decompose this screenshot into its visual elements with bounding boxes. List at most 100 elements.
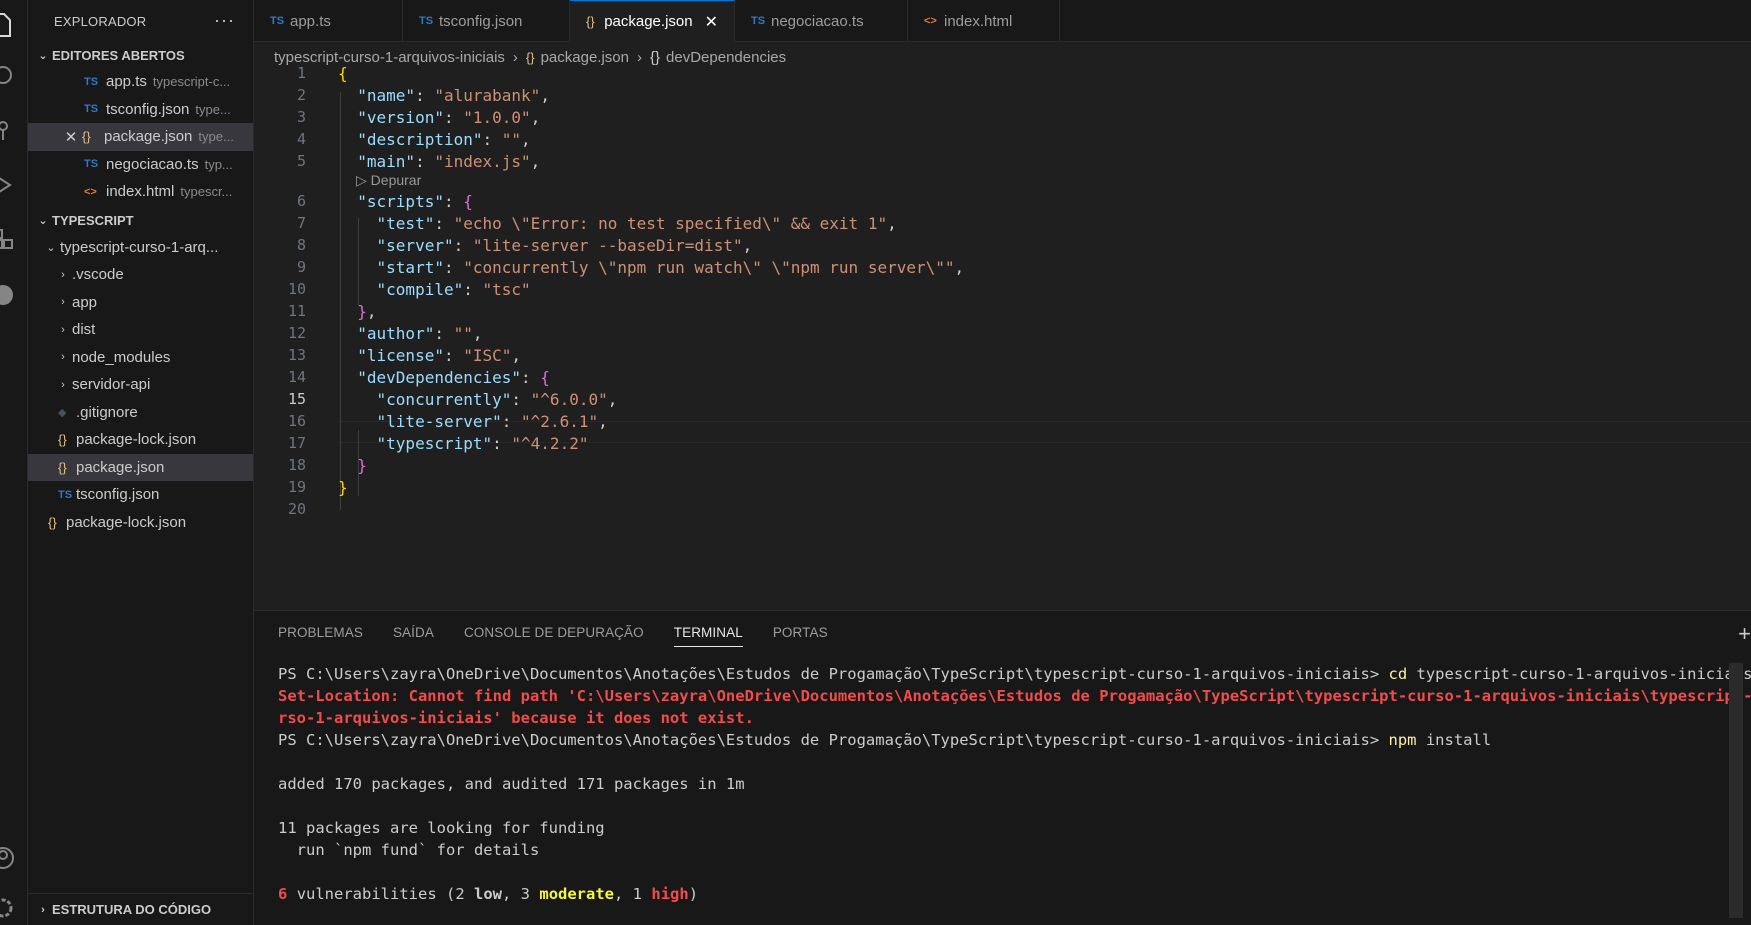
outline-section[interactable]: › ESTRUTURA DO CÓDIGO <box>28 893 253 925</box>
file-name: package-lock.json <box>66 513 187 531</box>
typescript-file-icon: TS <box>84 158 99 171</box>
terminal-error-line: rso-1-arquivos-iniciais' because it does… <box>278 709 754 727</box>
source-control-icon[interactable] <box>0 118 16 144</box>
code-line: "lite-server": "^2.6.1", <box>376 412 608 431</box>
settings-icon[interactable] <box>0 895 16 921</box>
terminal-text: , 1 <box>614 885 643 903</box>
tree-file-outer-package-lock[interactable]: {} package-lock.json <box>28 509 253 537</box>
terminal-line: 11 packages are looking for funding <box>278 819 605 837</box>
open-editor-name: index.html <box>106 183 175 201</box>
extensions-icon[interactable] <box>0 226 16 252</box>
json-value-start: concurrently \"npm run watch\" \"npm run… <box>472 258 945 277</box>
account-icon[interactable] <box>0 845 16 871</box>
tree-file-gitignore[interactable]: ◆ .gitignore <box>28 399 253 427</box>
tree-folder-vscode[interactable]: › .vscode <box>28 261 253 289</box>
code-line: "main": "index.js", <box>357 152 541 171</box>
explorer-sidebar: EXPLORADOR ··· ⌄ EDITORES ABERTOS TS app… <box>28 0 254 925</box>
tree-file-package-lock[interactable]: {} package-lock.json <box>28 426 253 454</box>
git-file-icon: ◆ <box>58 406 67 419</box>
tree-folder-node-modules[interactable]: › node_modules <box>28 344 253 372</box>
play-icon: ▷ <box>356 172 367 188</box>
chevron-right-icon: › <box>61 323 65 336</box>
tree-file-package-json[interactable]: {} package.json <box>28 453 253 481</box>
typescript-file-icon: TS <box>84 75 99 88</box>
tree-root-folder[interactable]: ⌄ typescript-curso-1-arq... <box>28 234 253 262</box>
tab-label: app.ts <box>290 12 331 30</box>
tab-output[interactable]: SAÍDA <box>393 625 434 647</box>
json-file-icon: {} <box>525 49 535 65</box>
tab-app-ts[interactable]: TS app.ts <box>254 0 403 42</box>
open-editors-section[interactable]: ⌄ EDITORES ABERTOS <box>28 42 253 68</box>
tab-problems[interactable]: PROBLEMAS <box>278 625 363 647</box>
editor-tabs: TS app.ts TS tsconfig.json {} package.js… <box>254 0 1751 42</box>
tab-terminal[interactable]: TERMINAL <box>673 625 743 647</box>
tab-ports[interactable]: PORTAS <box>773 625 828 647</box>
tree-file-tsconfig[interactable]: TS tsconfig.json <box>28 481 253 509</box>
tree-folder-app[interactable]: › app <box>28 289 253 317</box>
code-line: }, <box>357 302 377 321</box>
remote-icon[interactable] <box>0 282 16 308</box>
terminal-error-line: Set-Location: Cannot find path 'C:\Users… <box>278 687 1751 705</box>
json-file-icon: {} <box>82 129 91 145</box>
code-line: "server": "lite-server --baseDir=dist", <box>376 236 753 255</box>
folder-name: node_modules <box>72 348 171 366</box>
more-actions-icon[interactable]: ··· <box>214 10 235 31</box>
code-line: "start": "concurrently \"npm run watch\"… <box>376 258 965 277</box>
files-icon[interactable] <box>0 12 16 38</box>
line-number: 3 <box>296 108 306 126</box>
panel-tabs: PROBLEMAS SAÍDA CONSOLE DE DEPURAÇÃO TER… <box>278 625 858 647</box>
json-file-icon: {} <box>58 432 67 448</box>
line-number: 10 <box>287 280 306 298</box>
chevron-down-icon: ⌄ <box>46 241 56 254</box>
open-editor-name: negociacao.ts <box>106 155 199 173</box>
breadcrumb-symbol[interactable]: devDependencies <box>666 49 786 66</box>
close-icon[interactable]: ✕ <box>705 12 718 32</box>
tab-tsconfig[interactable]: TS tsconfig.json <box>403 0 570 42</box>
breadcrumb-file[interactable]: package.json <box>541 49 629 66</box>
open-editor-package-json[interactable]: ✕ {} package.json type... <box>28 123 253 151</box>
chevron-right-icon: › <box>512 48 518 66</box>
chevron-right-icon: › <box>61 296 65 309</box>
close-icon[interactable]: ✕ <box>60 128 82 146</box>
run-debug-icon[interactable] <box>0 172 16 198</box>
terminal-scrollbar[interactable] <box>1729 663 1743 918</box>
breadcrumb: typescript-curso-1-arquivos-iniciais › {… <box>274 44 786 70</box>
folder-name: app <box>72 293 98 311</box>
line-number: 20 <box>287 500 306 518</box>
code-editor[interactable]: 1 2 3 4 5 6 7 8 9 10 11 12 13 14 15 16 1… <box>254 64 1751 610</box>
tab-negociacao[interactable]: TS negociacao.ts <box>735 0 908 42</box>
severity-low: low <box>474 885 503 903</box>
breadcrumb-folder[interactable]: typescript-curso-1-arquivos-iniciais <box>274 49 505 66</box>
chevron-right-icon: › <box>637 48 642 66</box>
open-editor-path: typescr... <box>180 184 233 200</box>
new-terminal-button[interactable]: + <box>1738 621 1751 647</box>
tab-debug-console[interactable]: CONSOLE DE DEPURAÇÃO <box>464 625 644 647</box>
open-editor-index-html[interactable]: <> index.html typescr... <box>28 178 253 206</box>
json-value-server: lite-server --baseDir=dist <box>482 236 733 255</box>
html-file-icon: <> <box>924 15 937 27</box>
tree-folder-servidor-api[interactable]: › servidor-api <box>28 371 253 399</box>
file-name: package.json <box>76 458 165 476</box>
terminal-line: run `npm fund` for details <box>278 841 540 859</box>
open-editor-app-ts[interactable]: TS app.ts typescript-c... <box>28 68 253 96</box>
terminal-argument: typescript-curso-1-arquivos-iniciais <box>1416 665 1751 683</box>
folder-name: dist <box>72 321 96 339</box>
debug-codelens[interactable]: ▷ Depurar <box>356 172 421 189</box>
tree-folder-dist[interactable]: › dist <box>28 316 253 344</box>
tab-package-json[interactable]: {} package.json ✕ <box>570 0 735 42</box>
code-line: "scripts": { <box>357 192 473 211</box>
workspace-section[interactable]: ⌄ TYPESCRIPT <box>28 208 253 234</box>
json-value-main: index.js <box>443 152 522 171</box>
folder-name: servidor-api <box>72 376 151 394</box>
line-number: 13 <box>287 346 306 364</box>
line-number: 18 <box>287 456 306 474</box>
terminal-text: vulnerabilities (2 <box>296 885 465 903</box>
tab-index-html[interactable]: <> index.html <box>908 0 1060 42</box>
open-editor-tsconfig[interactable]: TS tsconfig.json type... <box>28 96 253 124</box>
open-editor-negociacao[interactable]: TS negociacao.ts typ... <box>28 151 253 179</box>
open-editors-title: EDITORES ABERTOS <box>52 47 185 63</box>
search-icon[interactable] <box>0 62 16 88</box>
json-value-typescript: ^4.2.2 <box>521 434 579 453</box>
code-line: "version": "1.0.0", <box>357 108 541 127</box>
terminal-output[interactable]: PS C:\Users\zayra\OneDrive\Documentos\An… <box>278 663 1751 905</box>
